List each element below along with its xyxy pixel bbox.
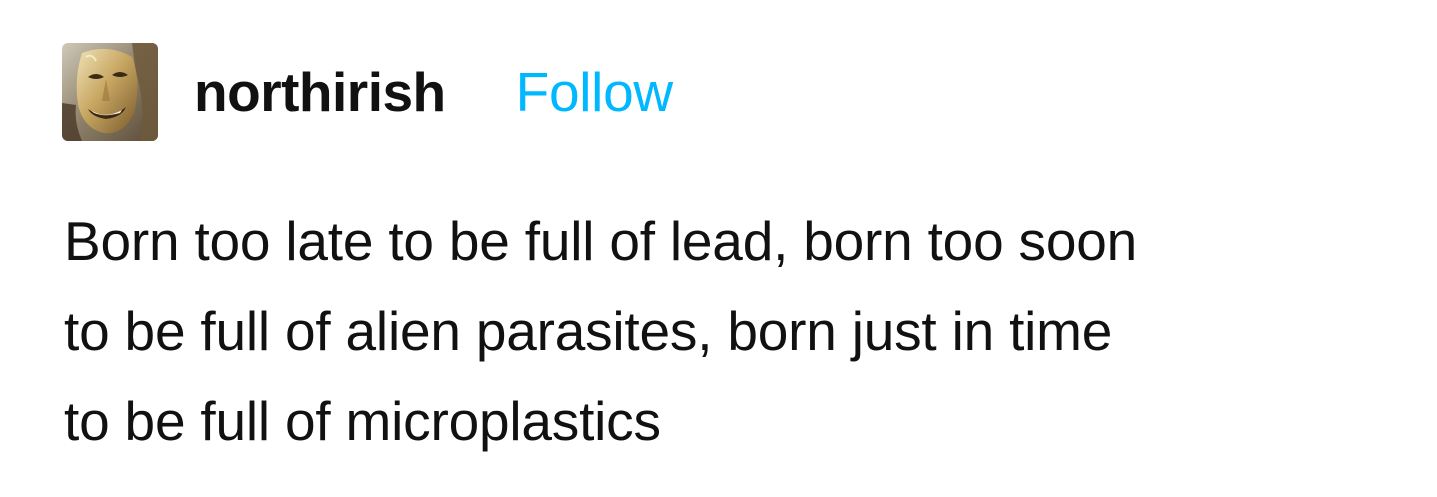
golden-mask-avatar-icon: [62, 43, 158, 141]
author-username[interactable]: northirish: [194, 64, 446, 120]
post-header: northirish Follow: [62, 42, 673, 142]
follow-button[interactable]: Follow: [516, 64, 673, 120]
post-body-line: to be full of microplastics: [64, 390, 661, 452]
post-body-line: to be full of alien parasites, born just…: [64, 300, 1113, 362]
post-body-line: Born too late to be full of lead, born t…: [64, 210, 1138, 272]
post-card: northirish Follow Born too late to be fu…: [0, 0, 1437, 497]
post-body: Born too late to be full of lead, born t…: [64, 196, 1384, 466]
avatar[interactable]: [62, 43, 158, 141]
